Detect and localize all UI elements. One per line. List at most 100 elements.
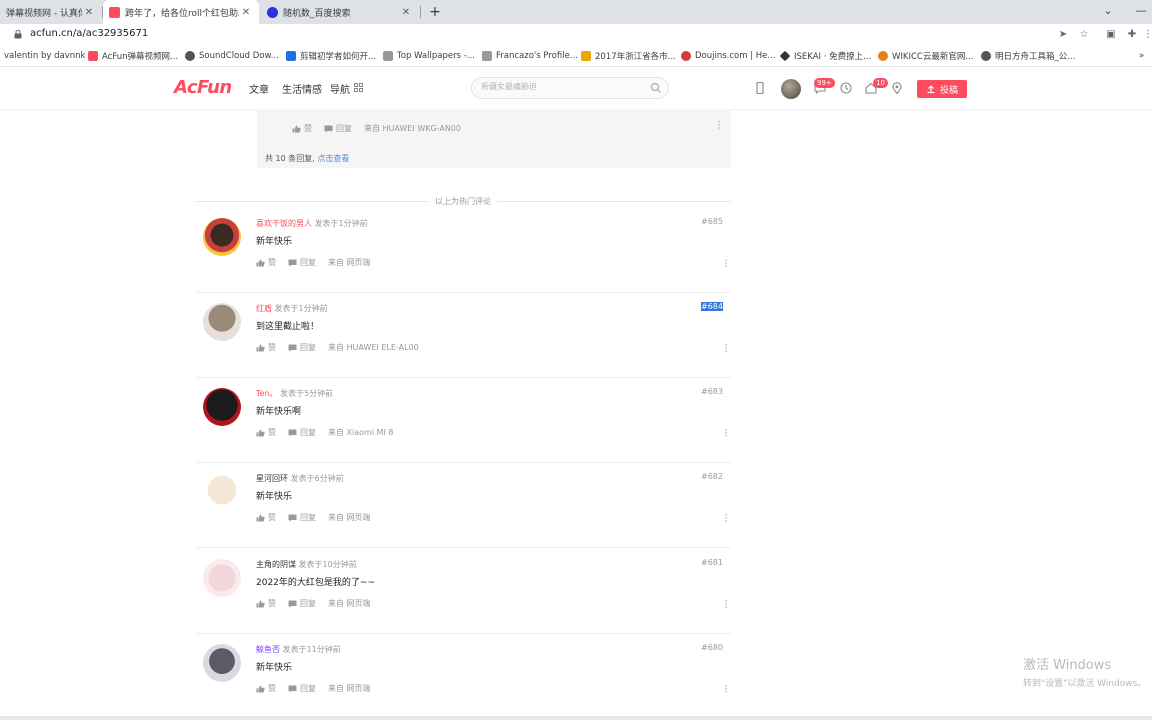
bookmark-item[interactable]: Francazo's Profile... <box>482 49 578 63</box>
bookmarks-overflow-button[interactable]: » <box>1139 49 1144 63</box>
bookmark-item[interactable]: ISEKAI · 免费撩上... <box>779 49 872 63</box>
like-label: 赞 <box>268 599 276 608</box>
browser-tab-baidu[interactable]: 随机数_百度搜索 ✕ <box>261 0 419 24</box>
tab-close-icon[interactable]: ✕ <box>399 7 413 18</box>
commenter-avatar[interactable] <box>203 644 241 682</box>
like-button[interactable]: 赞 <box>256 427 276 438</box>
browser-tab-article[interactable]: 跨年了，给各位roll个红包助助兴 ✕ <box>103 0 259 24</box>
tab-close-icon[interactable]: ✕ <box>239 7 253 18</box>
like-button[interactable]: 赞 <box>256 512 276 523</box>
like-button[interactable]: 赞 <box>256 598 276 609</box>
reply-button[interactable]: 回复 <box>288 342 316 353</box>
nav-guide[interactable]: 导航 <box>330 81 350 96</box>
like-label: 赞 <box>304 124 312 133</box>
more-options-icon[interactable]: · · · <box>724 512 728 527</box>
reply-button[interactable]: 回复 <box>288 512 316 523</box>
bookmark-label: ISEKAI · 免费撩上... <box>794 52 872 62</box>
more-options-icon[interactable]: · · · <box>717 119 721 134</box>
bookmark-item[interactable]: 剪辑初学者如何开... <box>286 49 376 63</box>
bookmark-item[interactable]: 明日方舟工具箱_公... <box>981 49 1075 63</box>
reply-button[interactable]: 回复 <box>324 123 352 134</box>
commenter-name[interactable]: 红盾 <box>256 304 272 313</box>
tab-title: 随机数_百度搜索 <box>283 8 351 19</box>
comment-item: 红盾 发表于1分钟前 #684 到这里截止啦！ 赞 回复 来自 HUAWEI ELE-AL… <box>195 292 731 378</box>
more-options-icon[interactable]: · · · <box>724 257 728 272</box>
commenter-avatar[interactable] <box>203 559 241 597</box>
browser-tab-acfun-home[interactable]: 弹幕视频网 - 认真你就输 ✕ <box>0 0 102 24</box>
tab-title: 跨年了，给各位roll个红包助助兴 <box>125 8 239 19</box>
like-button[interactable]: 赞 <box>292 123 312 134</box>
commenter-avatar[interactable] <box>203 303 241 341</box>
commenter-name[interactable]: Ten。 <box>256 389 278 398</box>
extension-box-icon[interactable]: ▣ <box>1103 27 1119 43</box>
source-text: 来自 HUAWEI WKG-AN00 <box>364 124 462 133</box>
more-options-icon[interactable]: · · · <box>724 598 728 613</box>
location-icon[interactable] <box>890 81 904 95</box>
minimize-icon[interactable]: — <box>1130 2 1152 20</box>
dynamic-badge: 10 <box>873 78 888 88</box>
comment-header: 鲸鱼否 发表于11分钟前 <box>256 644 341 655</box>
bookmark-item[interactable]: Top Wallpapers -... <box>383 49 475 63</box>
send-icon[interactable]: ➤ <box>1055 27 1071 43</box>
more-options-icon[interactable]: · · · <box>724 683 728 698</box>
commenter-name[interactable]: 鲸鱼否 <box>256 645 280 654</box>
search-icon[interactable] <box>650 82 662 94</box>
puzzle-icon[interactable]: ✚ <box>1124 27 1140 43</box>
history-icon[interactable] <box>839 81 853 95</box>
upload-button[interactable]: 投稿 <box>917 80 967 98</box>
reply-button[interactable]: 回复 <box>288 683 316 694</box>
divider-line <box>195 201 429 202</box>
like-button[interactable]: 赞 <box>256 683 276 694</box>
view-replies-link[interactable]: 点击查看 <box>317 154 349 163</box>
more-options-icon[interactable]: · · · <box>724 342 728 357</box>
grid-icon[interactable] <box>354 83 363 92</box>
commenter-avatar[interactable] <box>203 388 241 426</box>
bookmark-item[interactable]: Doujins.com | He... <box>681 49 776 63</box>
sub-reply-actions: 赞 回复 来自 HUAWEI WKG-AN00 <box>292 123 473 134</box>
lock-icon[interactable] <box>14 30 22 39</box>
bookmark-item[interactable]: 2017年浙江省各市... <box>581 49 676 63</box>
commenter-name[interactable]: 喜欢干饭的男人 <box>256 219 312 228</box>
reply-button[interactable]: 回复 <box>288 257 316 268</box>
bookmark-label: valentin by davnnk <box>4 51 86 61</box>
bookmark-item[interactable]: valentin by davnnk <box>4 49 85 63</box>
thumbs-up-icon <box>256 259 265 266</box>
bookmark-item[interactable]: SoundCloud Dow... <box>185 49 279 63</box>
commenter-name[interactable]: 星河回环 <box>256 474 288 483</box>
user-avatar[interactable] <box>781 79 801 99</box>
tab-close-icon[interactable]: ✕ <box>82 7 96 18</box>
like-label: 赞 <box>268 513 276 522</box>
tab-search-icon[interactable]: ⌄ <box>1097 2 1119 20</box>
comment-item: 主角的阴谋 发表于10分钟前 #681 2022年的大红包是我的了~~ 赞 回复 来自 网… <box>195 548 731 634</box>
globe-icon <box>185 51 195 61</box>
acfun-favicon-icon <box>109 6 120 18</box>
nav-life[interactable]: 生活情感 <box>282 81 322 96</box>
thumbs-up-icon <box>256 344 265 351</box>
like-button[interactable]: 赞 <box>256 257 276 268</box>
image-icon <box>383 51 393 61</box>
doujins-icon <box>681 51 691 61</box>
nav-article[interactable]: 文章 <box>249 81 269 96</box>
reply-button[interactable]: 回复 <box>288 427 316 438</box>
new-tab-button[interactable]: + <box>426 2 444 22</box>
search-input[interactable] <box>479 81 653 92</box>
baidu-favicon-icon <box>267 6 278 18</box>
bookmark-item[interactable]: AcFun弹幕视频网... <box>88 49 178 63</box>
reply-button[interactable]: 回复 <box>288 598 316 609</box>
commenter-avatar[interactable] <box>203 218 241 256</box>
commenter-name[interactable]: 主角的阴谋 <box>256 560 296 569</box>
like-button[interactable]: 赞 <box>256 342 276 353</box>
bookmark-item[interactable]: WIKICC云最新官网... <box>878 49 973 63</box>
commenter-avatar[interactable] <box>203 473 241 511</box>
comment-text: 2022年的大红包是我的了~~ <box>256 578 375 588</box>
menu-icon[interactable]: ⋮ <box>1140 27 1152 43</box>
star-icon[interactable]: ☆ <box>1076 27 1092 43</box>
floor-number: #680 <box>701 643 723 652</box>
mobile-icon[interactable] <box>753 81 767 95</box>
comment-actions: 赞 回复 来自 网页端 <box>256 598 383 609</box>
more-options-icon[interactable]: · · · <box>724 427 728 442</box>
url-text[interactable]: acfun.cn/a/ac32935671 <box>30 28 148 39</box>
acfun-logo[interactable]: AcFun <box>174 77 232 98</box>
acfun-icon <box>88 51 98 61</box>
comment-item: Ten。 发表于5分钟前 #683 新年快乐啊赞 回复 来自 Xiaomi MI 8 · ·… <box>195 377 731 463</box>
